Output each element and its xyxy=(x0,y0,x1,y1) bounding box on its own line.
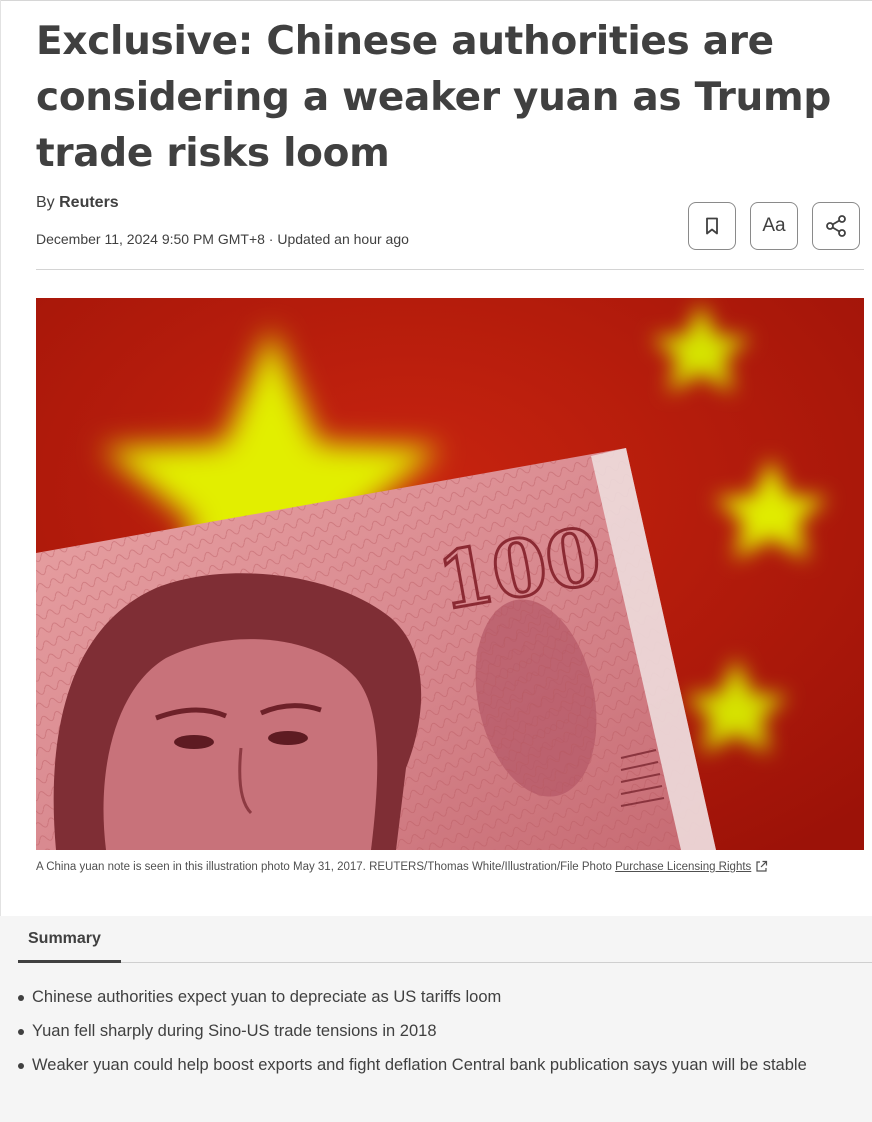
caption-text: A China yuan note is seen in this illust… xyxy=(36,861,616,873)
bookmark-icon xyxy=(706,217,718,235)
text-size-label: Aa xyxy=(762,215,786,236)
external-link-icon[interactable] xyxy=(755,860,768,873)
bookmark-button[interactable] xyxy=(688,202,736,250)
text-size-button[interactable]: Aa xyxy=(750,202,798,250)
article-toolbar: Aa xyxy=(688,202,860,250)
article-photo[interactable]: 100 xyxy=(36,298,864,850)
summary-tab[interactable]: Summary xyxy=(28,930,101,948)
byline: By Reuters xyxy=(36,194,119,212)
yuan-note-illustration: 100 xyxy=(36,298,864,850)
top-border xyxy=(0,0,872,1)
summary-item: Chinese authorities expect yuan to depre… xyxy=(18,982,868,1012)
summary-item: Yuan fell sharply during Sino-US trade t… xyxy=(18,1016,868,1046)
share-button[interactable] xyxy=(812,202,860,250)
article-dateline: December 11, 2024 9:50 PM GMT+8 · Update… xyxy=(36,231,409,247)
byline-prefix: By xyxy=(36,194,55,211)
purchase-licensing-link[interactable]: Purchase Licensing Rights xyxy=(615,861,751,873)
summary-list: Chinese authorities expect yuan to depre… xyxy=(18,982,868,1084)
header-divider xyxy=(36,269,864,270)
article-headline: Exclusive: Chinese authorities are consi… xyxy=(36,19,831,176)
author-link[interactable]: Reuters xyxy=(59,194,119,211)
summary-item: Weaker yuan could help boost exports and… xyxy=(18,1050,868,1080)
summary-tab-indicator xyxy=(18,960,121,963)
summary-rule xyxy=(18,962,872,963)
share-icon xyxy=(826,215,846,237)
photo-caption: A China yuan note is seen in this illust… xyxy=(36,858,826,877)
